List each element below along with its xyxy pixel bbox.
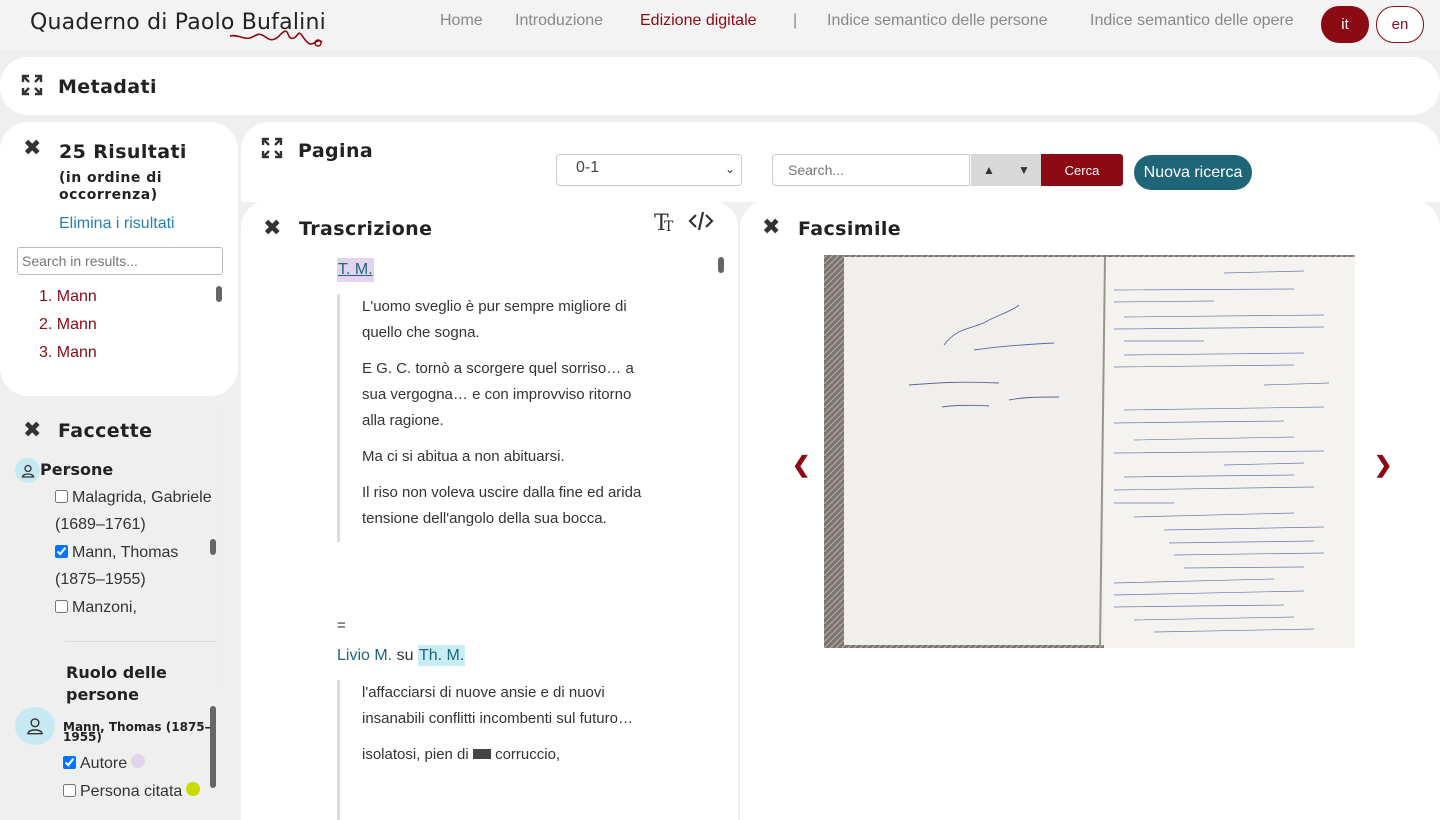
transcription-quote: L'uomo sveglio è pur sempre migliore di … (337, 294, 647, 542)
text-size-icon[interactable]: T T (652, 208, 678, 234)
results-list: 1. Mann 2. Mann 3. Mann (39, 286, 97, 370)
close-icon[interactable]: ✖ (762, 215, 780, 240)
results-subtitle: (in ordine di occorrenza) (59, 170, 163, 203)
facet-option-label: Malagrida, Gabriele (1689–1761) (55, 489, 212, 533)
search-input[interactable] (772, 154, 970, 186)
page-select-value: 0-1 (576, 159, 600, 176)
facet-checkbox[interactable] (55, 490, 68, 503)
page-title: Pagina (298, 140, 374, 162)
quote-paragraph: Ma ci si abitua a non abituarsi. (362, 448, 565, 465)
code-icon[interactable] (688, 208, 714, 234)
redaction-box (472, 749, 491, 759)
author-tag[interactable]: T. M. (337, 258, 374, 282)
facet-option[interactable]: Persona citata (63, 778, 223, 805)
result-item[interactable]: 2. Mann (39, 314, 97, 342)
quote-paragraph: Il riso non voleva uscire dalla fine ed … (362, 484, 642, 527)
facet-option[interactable]: Malagrida, Gabriele (1689–1761) (55, 484, 215, 538)
expand-icon[interactable] (261, 137, 283, 159)
facets-title: Faccette (58, 420, 153, 442)
nav-introduzione[interactable]: Introduzione (515, 12, 603, 30)
search-button[interactable]: Cerca (1041, 154, 1123, 186)
facet-checkbox[interactable] (63, 756, 76, 769)
quote-text: isolatosi, pien di (362, 746, 469, 763)
metadata-title[interactable]: Metadati (58, 76, 157, 98)
divider (65, 641, 217, 642)
facet-option[interactable]: Mann, Thomas (1875–1955) (55, 539, 215, 593)
facet-checkbox[interactable] (63, 784, 76, 797)
nav-indice-persone[interactable]: Indice semantico delle persone (827, 12, 1048, 30)
color-dot (131, 754, 146, 768)
chevron-right-icon[interactable]: ❯ (1374, 452, 1392, 478)
result-item[interactable]: 3. Mann (39, 342, 97, 370)
facet-checkbox[interactable] (55, 600, 68, 613)
facets-scroll-track (218, 410, 224, 686)
results-title: 25 Risultati (59, 141, 187, 163)
expand-icon[interactable] (21, 74, 43, 96)
facet-option-label: Mann, Thomas (1875–1955) (55, 544, 179, 588)
result-item[interactable]: 1. Mann (39, 286, 97, 314)
person-link[interactable]: Livio M. (337, 647, 392, 664)
results-panel: ✖ 25 Risultati (in ordine di occorrenza)… (0, 122, 238, 396)
nav-indice-opere[interactable]: Indice semantico delle opere (1090, 12, 1294, 30)
transcription-title: Trascrizione (299, 218, 433, 240)
person-icon (15, 707, 55, 745)
chevron-left-icon[interactable]: ❮ (792, 452, 810, 478)
facet-option[interactable]: Manzoni, (55, 594, 215, 621)
chevron-up-icon: ▲ (983, 163, 995, 177)
person-link[interactable]: Th. M. (417, 645, 466, 666)
page-select[interactable]: 0-1 ⌄ (556, 154, 742, 186)
persons-facet-label: Persone (40, 460, 114, 479)
role-person-name: Mann, Thomas (1875–1955) (63, 720, 211, 744)
nav-edizione-digitale[interactable]: Edizione digitale (640, 12, 757, 30)
quote-paragraph: isolatosi, pien di corruccio, (362, 742, 647, 768)
facet-option[interactable]: Autore (63, 750, 223, 777)
lang-it-button[interactable]: it (1321, 6, 1369, 43)
clear-results-link[interactable]: Elimina i risultati (59, 215, 175, 233)
role-facet-label: Ruolo delle persone (66, 663, 167, 704)
top-navbar: Quaderno di Paolo Bufalini Home Introduz… (0, 0, 1440, 50)
results-search-input[interactable] (17, 247, 223, 275)
quote-paragraph: L'uomo sveglio è pur sempre migliore di … (362, 298, 627, 341)
facet-option-label: Manzoni, (72, 599, 137, 616)
person-icon (15, 458, 40, 483)
facsimile-title: Facsimile (798, 218, 902, 240)
facsimile-image[interactable] (824, 255, 1355, 648)
search-next-button[interactable]: ▼ (1006, 154, 1042, 186)
close-icon[interactable]: ✖ (23, 136, 41, 161)
quote-paragraph: l'affacciarsi di nuove ansie e di nuovi … (362, 684, 633, 727)
metadata-bar: Metadati (0, 57, 1440, 115)
equals-sign: = (337, 617, 346, 634)
close-icon[interactable]: ✖ (263, 216, 281, 241)
quote-paragraph: E G. C. tornò a scorgere quel sorriso… a… (362, 360, 634, 429)
quote-text: corruccio, (495, 746, 561, 763)
role-scrollbar[interactable] (210, 706, 216, 788)
new-search-button[interactable]: Nuova ricerca (1134, 155, 1252, 190)
svg-text:T: T (664, 219, 674, 234)
lang-en-button[interactable]: en (1376, 6, 1424, 43)
transcription-quote: l'affacciarsi di nuove ansie e di nuovi … (337, 680, 647, 820)
close-icon[interactable]: ✖ (23, 418, 41, 443)
search-prev-button[interactable]: ▲ (971, 154, 1007, 186)
chevron-down-icon: ⌄ (724, 162, 735, 176)
nav-home[interactable]: Home (440, 12, 483, 30)
attribution-line: Livio M. su Th. M. (337, 644, 466, 668)
facet-option-label: Autore (80, 755, 128, 772)
facet-option-label: Persona citata (80, 783, 183, 800)
chevron-down-icon: ▼ (1018, 163, 1030, 177)
transcription-scrollbar[interactable] (718, 257, 724, 273)
nav-separator: | (793, 12, 798, 29)
facet-checkbox[interactable] (55, 545, 68, 558)
su-text: su (396, 647, 414, 664)
results-scrollbar[interactable] (216, 286, 222, 302)
facet-inner-scrollbar[interactable] (210, 539, 216, 555)
color-dot (186, 782, 201, 796)
signature-logo (229, 30, 323, 47)
